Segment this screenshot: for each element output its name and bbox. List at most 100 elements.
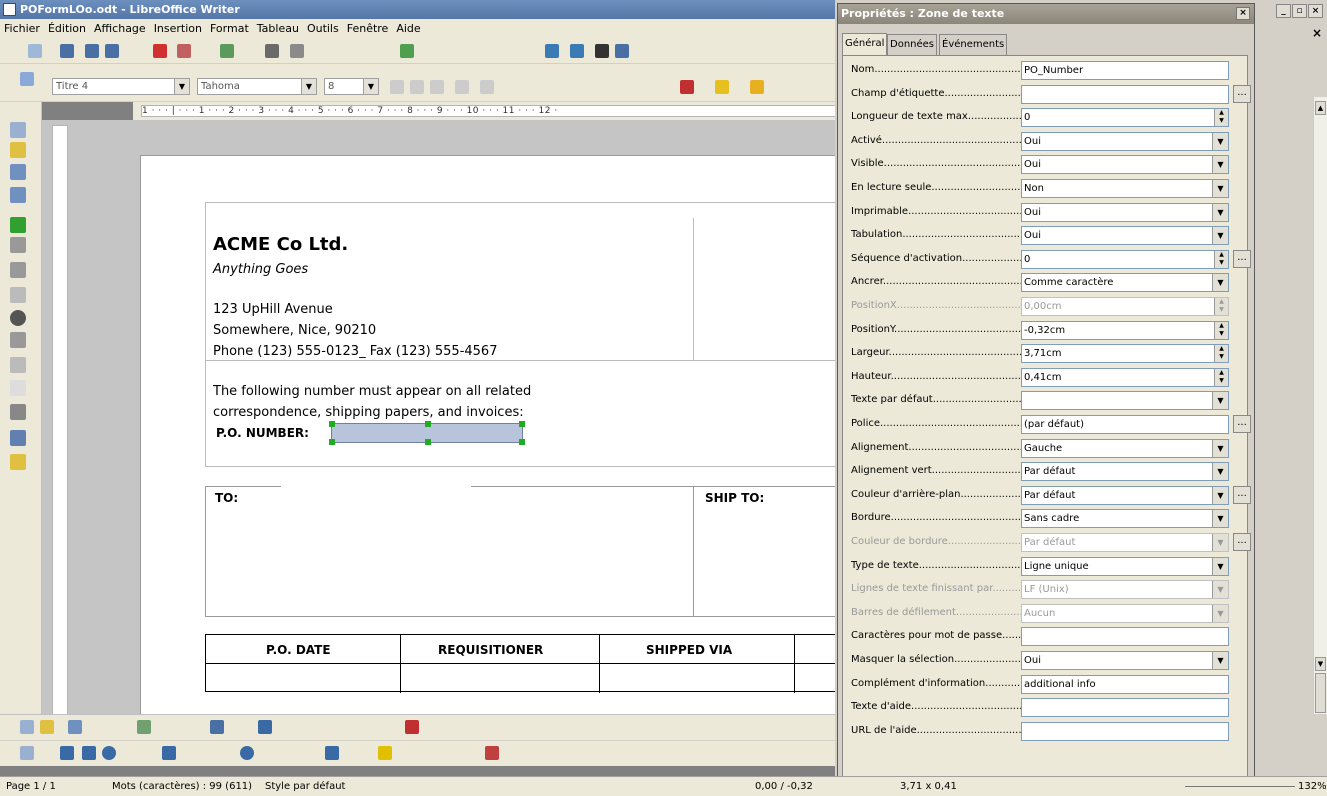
property-spinfield[interactable]: 0 ▲ ▼	[1021, 108, 1229, 128]
highlight-icon[interactable]	[715, 80, 729, 94]
property-dropdown[interactable]: Comme caractère ▼	[1021, 273, 1229, 293]
property-textfield[interactable]: PO_Number	[1021, 61, 1229, 80]
form-navigator-icon[interactable]	[137, 720, 151, 734]
form-properties-icon[interactable]	[10, 187, 26, 203]
chevron-down-icon[interactable]: ▼	[1212, 557, 1228, 575]
wizards-icon[interactable]	[10, 454, 26, 470]
form-design-icon[interactable]	[10, 430, 26, 446]
resize-handle[interactable]	[425, 439, 431, 445]
property-dropdown[interactable]: Ligne unique ▼	[1021, 556, 1229, 576]
chevron-down-icon[interactable]: ▼	[1212, 227, 1228, 245]
combo-box-icon[interactable]	[10, 357, 26, 373]
menu-format[interactable]: Format	[206, 19, 253, 39]
design-mode-icon[interactable]	[10, 142, 26, 158]
property-spinfield[interactable]: -0,32cm ▲ ▼	[1021, 320, 1229, 340]
property-dropdown[interactable]: Oui ▼	[1021, 651, 1229, 670]
minimize-icon[interactable]: _	[1276, 4, 1291, 18]
underline-icon[interactable]	[430, 80, 444, 94]
navigator-icon[interactable]	[400, 44, 414, 58]
property-dropdown[interactable]: Oui ▼	[1021, 131, 1229, 151]
push-button-icon[interactable]	[10, 287, 26, 303]
formatting-marks-icon[interactable]	[595, 44, 609, 58]
property-textfield[interactable]	[1021, 84, 1229, 104]
close-icon[interactable]: ×	[1308, 4, 1323, 18]
resize-handle[interactable]	[519, 439, 525, 445]
tab-evenements[interactable]: Événements	[939, 34, 1008, 55]
property-dropdown[interactable]: Gauche ▼	[1021, 438, 1229, 458]
select-icon[interactable]	[10, 122, 26, 138]
formatted-field-icon[interactable]	[10, 262, 26, 278]
style-combo[interactable]: Titre 4 ▼	[52, 78, 190, 95]
chevron-down-icon[interactable]: ▼	[1212, 132, 1228, 150]
size-combo[interactable]: 8 ▼	[324, 78, 379, 95]
callout-icon[interactable]	[162, 746, 176, 760]
list-box-icon[interactable]	[10, 332, 26, 348]
spin-arrows-icon[interactable]: ▲ ▼	[1214, 321, 1228, 339]
save-icon[interactable]	[210, 720, 224, 734]
vertical-scrollbar[interactable]: ▲ ▼	[1313, 97, 1327, 714]
ellipse-icon[interactable]	[102, 746, 116, 760]
save-icon[interactable]	[60, 44, 74, 58]
spin-arrows-icon[interactable]: ▲ ▼	[1214, 345, 1228, 363]
property-textfield[interactable]	[1021, 721, 1229, 741]
checkbox-icon[interactable]	[10, 217, 26, 233]
property-dropdown[interactable]: Sans cadre ▼	[1021, 509, 1229, 529]
spellcheck-icon[interactable]	[220, 44, 234, 58]
styles-icon[interactable]	[20, 72, 34, 86]
chevron-down-icon[interactable]: ▼	[1212, 156, 1228, 174]
menu-tableau[interactable]: Tableau	[253, 19, 303, 39]
chevron-down-icon[interactable]: ▼	[1212, 486, 1228, 504]
control-icon[interactable]	[68, 720, 82, 734]
anchor-icon[interactable]	[258, 720, 272, 734]
select-icon[interactable]	[20, 746, 34, 760]
property-dropdown[interactable]: ▼	[1021, 391, 1229, 411]
menu-fenetre[interactable]: Fenêtre	[343, 19, 393, 39]
flowchart-icon[interactable]	[325, 746, 339, 760]
zoom-slider[interactable]	[1185, 786, 1295, 787]
print-icon[interactable]	[177, 44, 191, 58]
ellipsis-button[interactable]: ...	[1233, 249, 1251, 268]
chevron-down-icon[interactable]: ▼	[1212, 392, 1228, 410]
tab-general[interactable]: Général	[842, 33, 888, 56]
property-dropdown[interactable]: Oui ▼	[1021, 226, 1229, 246]
spin-arrows-icon[interactable]: ▲ ▼	[1214, 109, 1228, 127]
chevron-down-icon[interactable]: ▼	[1212, 652, 1228, 669]
close-icon[interactable]: ×	[1236, 7, 1250, 20]
property-spinfield[interactable]: 3,71cm ▲ ▼	[1021, 344, 1229, 364]
option-button-icon[interactable]	[10, 310, 26, 326]
menu-edition[interactable]: Édition	[44, 19, 90, 39]
property-textfield[interactable]: (par défaut)	[1021, 415, 1229, 434]
po-number-text-box[interactable]	[329, 421, 525, 445]
align-center-icon[interactable]	[480, 80, 494, 94]
help-icon[interactable]	[615, 44, 629, 58]
ellipsis-button[interactable]: ...	[1233, 84, 1251, 103]
copy-icon[interactable]	[290, 44, 304, 58]
align-left-icon[interactable]	[455, 80, 469, 94]
resize-handle[interactable]	[519, 421, 525, 427]
spin-arrows-icon[interactable]: ▲ ▼	[1214, 250, 1228, 268]
chevron-down-icon[interactable]: ▼	[1212, 180, 1228, 197]
rectangle-icon[interactable]	[82, 746, 96, 760]
property-spinfield[interactable]: 0,41cm ▲ ▼	[1021, 367, 1229, 387]
design-mode-icon[interactable]	[40, 720, 54, 734]
background-color-icon[interactable]	[750, 80, 764, 94]
maximize-icon[interactable]: ▫	[1292, 4, 1307, 18]
close-document-icon[interactable]: ×	[1312, 26, 1322, 40]
property-textfield[interactable]: additional info	[1021, 674, 1229, 694]
more-controls-icon[interactable]	[10, 404, 26, 420]
menu-insertion[interactable]: Insertion	[150, 19, 206, 39]
chevron-down-icon[interactable]: ▼	[1212, 463, 1228, 481]
tab-donnees[interactable]: Données	[887, 34, 938, 55]
ellipsis-button[interactable]: ...	[1233, 485, 1251, 504]
export-icon[interactable]	[85, 44, 99, 58]
chevron-down-icon[interactable]: ▼	[1212, 274, 1228, 292]
magnet-icon[interactable]	[405, 720, 419, 734]
line-icon[interactable]	[60, 746, 74, 760]
italic-icon[interactable]	[410, 80, 424, 94]
chevron-down-icon[interactable]: ▼	[1212, 510, 1228, 528]
chevron-down-icon[interactable]: ▼	[1212, 203, 1228, 221]
chart-icon[interactable]	[570, 44, 584, 58]
new-icon[interactable]	[28, 44, 42, 58]
gallery-icon[interactable]	[485, 746, 499, 760]
menu-fichier[interactable]: Fichier	[0, 19, 44, 39]
